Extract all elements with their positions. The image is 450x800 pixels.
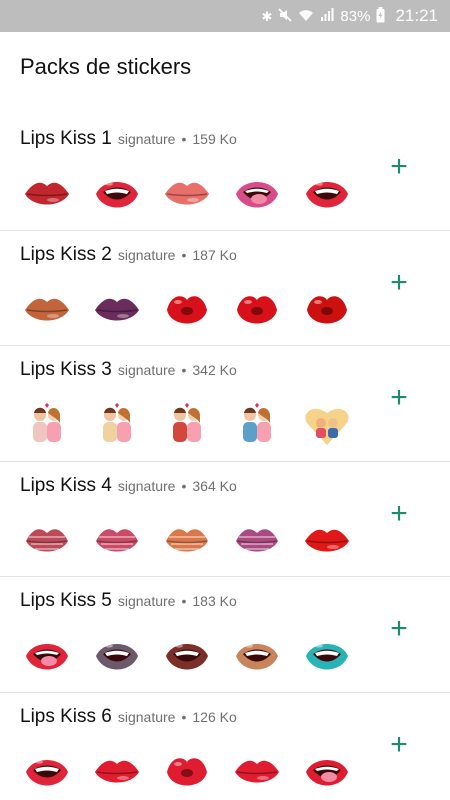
mouth-sticker-icon <box>22 749 72 795</box>
kiss-sticker-icon <box>302 287 352 333</box>
print-sticker-icon <box>92 518 142 564</box>
mute-icon <box>278 8 292 24</box>
pack-size: 342 Ko <box>192 362 237 378</box>
pack-header: Lips Kiss 6 signature • 126 Ko <box>20 706 237 728</box>
mouth-sticker-icon <box>162 633 212 679</box>
pack-size: 183 Ko <box>192 593 237 609</box>
mouth-sticker-icon <box>302 171 352 217</box>
add-pack-button[interactable]: + <box>386 729 412 760</box>
tongue-sticker-icon <box>302 749 352 795</box>
lips-sticker-icon <box>302 518 352 564</box>
mouth-sticker-icon <box>232 633 282 679</box>
pack-author: signature <box>117 246 176 263</box>
lips-sticker-icon <box>22 287 72 333</box>
sticker-preview-strip <box>22 287 352 333</box>
couple-sticker-icon <box>232 402 282 448</box>
pack-author: signature <box>117 131 176 147</box>
add-pack-button[interactable]: + <box>386 383 412 413</box>
battery-percent: 83% <box>340 7 371 25</box>
kiss-sticker-icon <box>162 287 212 333</box>
sticker-preview-strip <box>22 171 352 217</box>
meta-separator: • <box>181 477 187 494</box>
pack-header: Lips Kiss 2 signature • 187 Ko <box>20 244 237 266</box>
add-pack-button[interactable]: + <box>386 614 412 644</box>
pack-header: Lips Kiss 4 signature • 364 Ko <box>20 475 237 497</box>
signal-icon <box>320 8 334 24</box>
tongue-sticker-icon <box>232 171 282 217</box>
battery-icon <box>376 7 385 25</box>
pack-size: 126 Ko <box>192 708 237 725</box>
lips-sticker-icon <box>162 171 212 217</box>
mouth-sticker-icon <box>92 633 142 679</box>
print-sticker-icon <box>232 518 282 564</box>
sticker-pack-row[interactable]: Lips Kiss 3 signature • 342 Ko + <box>0 346 450 462</box>
pack-name: Lips Kiss 4 <box>20 474 112 496</box>
pack-header: Lips Kiss 1 signature • 159 Ko <box>20 128 237 150</box>
sticker-pack-row[interactable]: Lips Kiss 6 signature • 126 Ko + <box>0 693 450 800</box>
sticker-pack-list: Lips Kiss 1 signature • 159 Ko + Lips Kiss 2 s… <box>0 115 450 800</box>
lips-sticker-icon <box>92 287 142 333</box>
add-pack-button[interactable]: + <box>386 152 412 182</box>
wifi-icon <box>298 9 314 24</box>
kiss-sticker-icon <box>162 749 212 795</box>
sticker-preview-strip <box>22 633 352 679</box>
pack-name: Lips Kiss 2 <box>20 243 112 265</box>
lips-sticker-icon <box>92 749 142 795</box>
add-pack-button[interactable]: + <box>386 498 412 529</box>
couple-sticker-icon <box>22 402 72 448</box>
sticker-pack-row[interactable]: Lips Kiss 5 signature • 183 Ko + <box>0 577 450 693</box>
meta-separator: • <box>181 708 187 725</box>
pack-author: signature <box>117 362 176 378</box>
clock: 21:21 <box>395 6 438 25</box>
lips-sticker-icon <box>22 171 72 217</box>
pack-author: signature <box>117 708 176 725</box>
sticker-preview-strip <box>22 402 352 448</box>
pack-header: Lips Kiss 3 signature • 342 Ko <box>20 359 237 381</box>
sticker-preview-strip <box>22 749 352 795</box>
meta-separator: • <box>181 246 187 263</box>
pack-header: Lips Kiss 5 signature • 183 Ko <box>20 590 237 612</box>
pack-size: 187 Ko <box>192 246 237 263</box>
print-sticker-icon <box>22 518 72 564</box>
print-sticker-icon <box>162 518 212 564</box>
pack-size: 159 Ko <box>192 131 237 147</box>
pack-author: signature <box>117 593 176 609</box>
sticker-pack-row[interactable]: Lips Kiss 2 signature • 187 Ko + <box>0 231 450 346</box>
couple-sticker-icon <box>162 402 212 448</box>
pack-name: Lips Kiss 5 <box>20 590 112 611</box>
couple-sticker-icon <box>92 402 142 448</box>
sticker-pack-row[interactable]: Lips Kiss 1 signature • 159 Ko + <box>0 115 450 231</box>
status-bar: ✱ 83% 21:21 <box>0 0 450 32</box>
pack-author: signature <box>117 477 176 494</box>
meta-separator: • <box>181 131 187 147</box>
pack-name: Lips Kiss 3 <box>20 359 112 380</box>
meta-separator: • <box>181 593 187 609</box>
lips-sticker-icon <box>232 749 282 795</box>
sticker-pack-row[interactable]: Lips Kiss 4 signature • 364 Ko + <box>0 462 450 577</box>
pack-name: Lips Kiss 1 <box>20 128 112 149</box>
mouth-sticker-icon <box>92 171 142 217</box>
page-title: Packs de stickers <box>20 54 192 79</box>
meta-separator: • <box>181 362 187 378</box>
bluetooth-icon: ✱ <box>261 8 273 24</box>
add-pack-button[interactable]: + <box>386 267 412 298</box>
heart-sticker-icon <box>302 402 352 448</box>
mouth-sticker-icon <box>302 633 352 679</box>
pack-name: Lips Kiss 6 <box>20 705 112 727</box>
tongue-sticker-icon <box>22 633 72 679</box>
sticker-preview-strip <box>22 518 352 564</box>
kiss-sticker-icon <box>232 287 282 333</box>
pack-size: 364 Ko <box>192 477 237 494</box>
